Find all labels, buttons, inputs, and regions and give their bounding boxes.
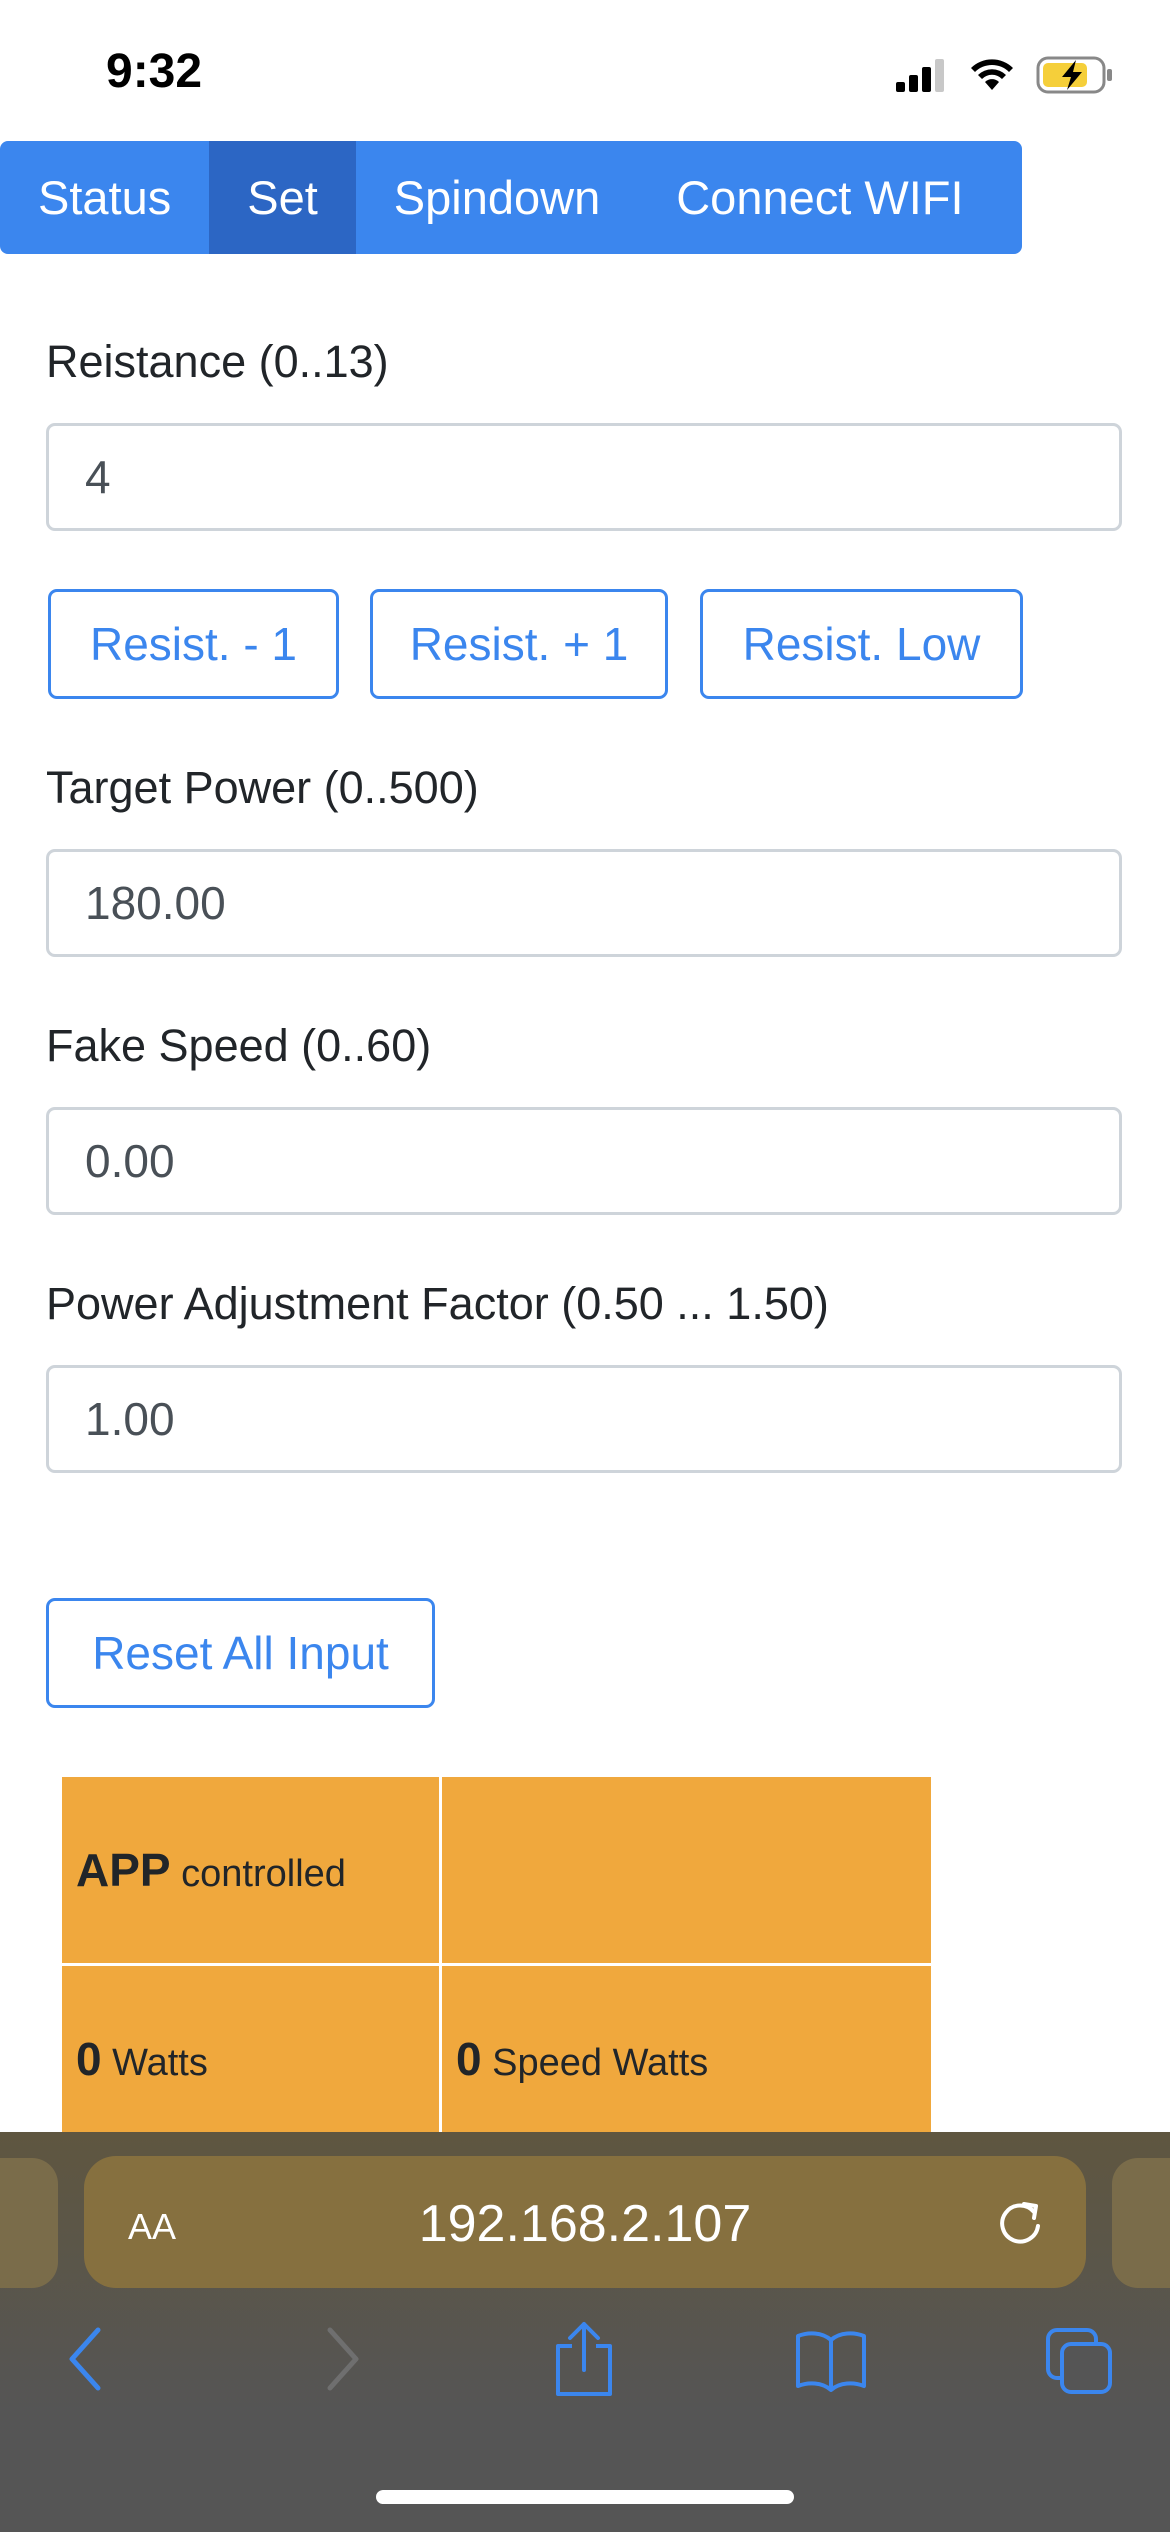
- reload-icon[interactable]: [994, 2196, 1046, 2248]
- previous-tab-preview[interactable]: [0, 2158, 58, 2288]
- speed-watts-unit: Speed Watts: [492, 2042, 709, 2084]
- next-tab-preview[interactable]: [1112, 2158, 1170, 2288]
- watts-cell: 0 Watts: [59, 1963, 442, 2155]
- fake-speed-label: Fake Speed (0..60): [46, 1020, 432, 1071]
- tab-status[interactable]: Status: [0, 141, 209, 254]
- watts-unit: Watts: [112, 2042, 208, 2084]
- power-adjustment-label: Power Adjustment Factor (0.50 ... 1.50): [46, 1278, 829, 1329]
- resist-minus-button[interactable]: Resist. - 1: [48, 589, 339, 699]
- table-row: APP controlled: [59, 1774, 934, 1966]
- status-table: APP controlled 0 Watts 0 Speed Watts: [59, 1774, 934, 2155]
- tab-set[interactable]: Set: [209, 141, 356, 254]
- tab-connect-wifi[interactable]: Connect WIFI: [638, 141, 1001, 254]
- status-bar: 9:32: [0, 0, 1170, 140]
- table-row: 0 Watts 0 Speed Watts: [59, 1963, 934, 2155]
- resistance-label: Reistance (0..13): [46, 336, 389, 387]
- fake-speed-input[interactable]: [46, 1107, 1122, 1215]
- forward-icon[interactable]: [314, 2324, 366, 2394]
- tabs-icon[interactable]: [1044, 2326, 1114, 2396]
- mode-cell: APP controlled: [59, 1774, 442, 1966]
- speed-watts-value: 0: [456, 2033, 482, 2085]
- browser-toolbar: AA 192.168.2.107: [0, 2132, 1170, 2532]
- mode-value: APP: [76, 1844, 171, 1896]
- wifi-icon: [971, 59, 1013, 90]
- resist-plus-button[interactable]: Resist. + 1: [370, 589, 668, 699]
- home-indicator[interactable]: [376, 2490, 794, 2504]
- address-bar[interactable]: AA 192.168.2.107: [84, 2156, 1086, 2288]
- clock: 9:32: [106, 45, 203, 98]
- target-power-input[interactable]: [46, 849, 1122, 957]
- power-adjustment-input[interactable]: [46, 1365, 1122, 1473]
- nav-tabs: Status Set Spindown Connect WIFI: [0, 141, 1022, 254]
- tab-spindown[interactable]: Spindown: [356, 141, 638, 254]
- resistance-input[interactable]: [46, 423, 1122, 531]
- status-icons: [896, 50, 1114, 100]
- target-power-label: Target Power (0..500): [46, 762, 479, 813]
- battery-charging-icon: [1036, 56, 1112, 94]
- back-icon[interactable]: [62, 2324, 114, 2394]
- resist-low-button[interactable]: Resist. Low: [700, 589, 1023, 699]
- url-text: 192.168.2.107: [418, 2195, 752, 2253]
- empty-cell: [439, 1774, 934, 1966]
- share-icon[interactable]: [552, 2320, 616, 2398]
- speed-watts-cell: 0 Speed Watts: [439, 1963, 934, 2155]
- cellular-signal-icon: [896, 59, 944, 92]
- mode-unit: controlled: [181, 1853, 346, 1895]
- bookmarks-icon[interactable]: [794, 2328, 868, 2392]
- watts-value: 0: [76, 2033, 102, 2085]
- reset-all-input-button[interactable]: Reset All Input: [46, 1598, 435, 1708]
